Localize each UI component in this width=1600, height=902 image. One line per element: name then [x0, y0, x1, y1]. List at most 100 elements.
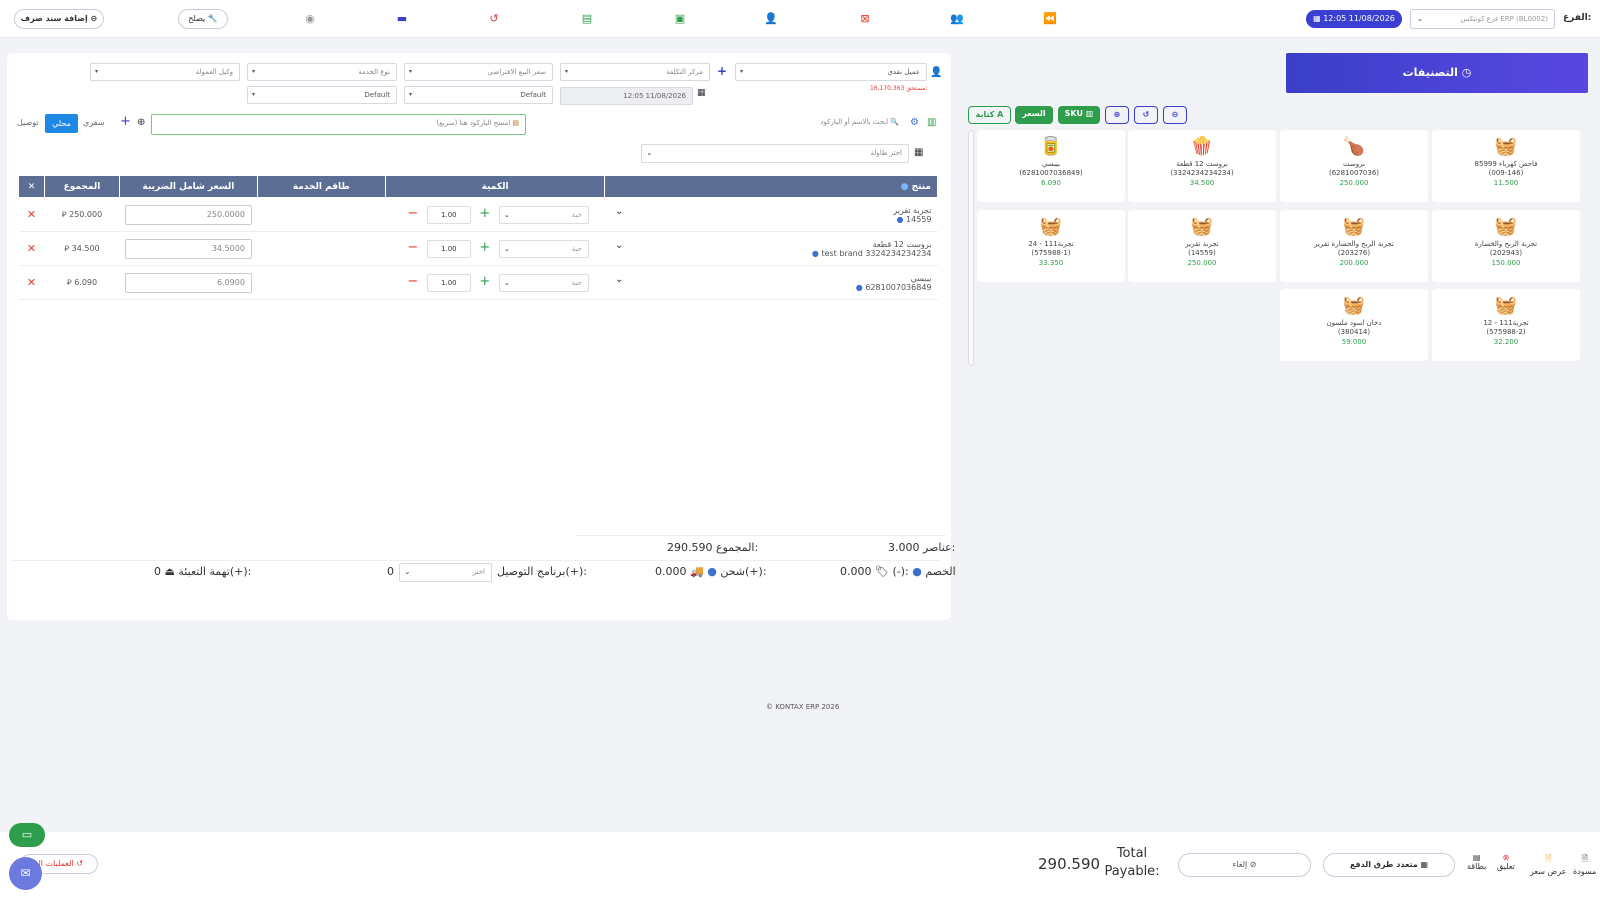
card-icon[interactable]: ▬	[395, 12, 409, 26]
product-card-code: (202943)	[1489, 249, 1523, 257]
service-staff-cell	[257, 197, 386, 232]
tag-icon[interactable]: 🏷	[875, 565, 889, 578]
price-toggle[interactable]: السعر	[1015, 106, 1053, 124]
zoom-out-button[interactable]: ⊖	[1163, 106, 1187, 124]
multi-pay-button[interactable]: متعدد طرق الدفع ▦	[1323, 853, 1455, 877]
delivery-select[interactable]: اختر ⌄	[399, 563, 492, 582]
price-input[interactable]: 6.0900	[124, 272, 252, 293]
close-square-icon[interactable]: ⊠	[858, 12, 872, 26]
product-card[interactable]: 🧺 دخان اسود ملسون (380414) 59.000	[1280, 289, 1428, 361]
default-price-select[interactable]: سعر البيع الافتراضي ▾	[404, 63, 553, 81]
quote-button[interactable]: 🗎 عرض سعر	[1530, 853, 1566, 876]
product-search-input[interactable]: ابحث بالاسم أو الباركود 🔍	[530, 114, 905, 134]
commission-agent-select[interactable]: وكيل العمولة ▾	[90, 63, 240, 81]
minus-circle-icon: ⊖	[90, 14, 98, 23]
barcode-scan-input[interactable]: امسح الباركود هنا (سريع) ▤	[151, 114, 526, 135]
card-button[interactable]: ▤ بطاقة	[1467, 853, 1486, 871]
price-input[interactable]: 34.5000	[124, 238, 252, 259]
expand-row-icon[interactable]: ⌄	[615, 240, 623, 251]
expand-row-icon[interactable]: ⌄	[615, 274, 623, 285]
scrollbar[interactable]	[968, 130, 974, 366]
calculator-icon[interactable]: ▤	[580, 12, 594, 26]
clock-icon: ◷	[1461, 66, 1472, 79]
summary-divider-2	[10, 560, 940, 561]
decrease-qty-button[interactable]: −	[407, 240, 418, 255]
tab-delivery[interactable]: توصيل	[17, 118, 39, 127]
remove-row-button[interactable]: ✕	[27, 242, 36, 255]
barcode-icon[interactable]: ▥	[927, 117, 936, 128]
product-card[interactable]: 🧺 فاحص كهرباء 85999 (009-146) 11.500	[1432, 130, 1580, 202]
repair-button[interactable]: يصلح 🔧	[178, 9, 228, 29]
pause-circle-icon: ⊗	[1502, 853, 1510, 862]
product-code: 6281007036849	[865, 282, 932, 292]
product-card[interactable]: 🧺 تجربة الربح والخسارة (202943) 150.000	[1432, 210, 1580, 282]
product-card-price: 250.000	[1339, 179, 1369, 187]
clear-all-icon[interactable]: ✕	[17, 175, 46, 198]
product-card[interactable]: 🧺 تجربة111 - 24 (575988-1) 33.350	[977, 210, 1125, 282]
table-row: ⌄ بروست 12 قطعة test brand 3324234234234…	[18, 231, 938, 266]
product-card-name: تجربة111 - 24	[1028, 240, 1074, 248]
service-type-select[interactable]: نوع الخدمة ▾	[247, 63, 397, 81]
qty-input[interactable]: 1.00	[426, 239, 471, 258]
qty-input[interactable]: 1.00	[426, 273, 471, 292]
branch-select[interactable]: فرع كونتكس ERP (BL0002) ⌄	[1410, 9, 1555, 29]
rewind-icon[interactable]: ⏪	[1043, 12, 1057, 26]
remove-row-button[interactable]: ✕	[27, 276, 36, 289]
add-user-icon[interactable]: 👤	[764, 12, 778, 26]
users-icon[interactable]: 👥	[950, 12, 964, 26]
price-input[interactable]: 250.0000	[124, 204, 252, 225]
date-input[interactable]: 12:05 11/08/2026	[560, 87, 693, 105]
add-customer-icon[interactable]: +	[717, 64, 727, 78]
gear-icon[interactable]: ⚙	[910, 117, 919, 128]
decrease-qty-button[interactable]: −	[407, 206, 418, 221]
increase-qty-button[interactable]: +	[479, 206, 490, 221]
increase-qty-button[interactable]: +	[479, 240, 490, 255]
tab-local[interactable]: محلي	[45, 114, 78, 133]
calendar-icon[interactable]: ▦	[697, 88, 706, 98]
draft-button[interactable]: 🗎 مسودة	[1573, 853, 1596, 876]
unit-select[interactable]: حبة ⌄	[498, 273, 589, 292]
decrease-qty-button[interactable]: −	[407, 274, 418, 289]
increase-qty-button[interactable]: +	[479, 274, 490, 289]
unit-select[interactable]: حبة ⌄	[498, 239, 589, 258]
sku-toggle[interactable]: SKU ▥	[1058, 106, 1100, 124]
product-card[interactable]: 🧺 تجربة تقرير (14559) 250.000	[1128, 210, 1276, 282]
info-icon: ●	[900, 181, 909, 192]
categories-button[interactable]: التصنيفات ◷	[1286, 53, 1588, 93]
support-chat-button[interactable]: ✉	[9, 857, 42, 890]
reset-button[interactable]: ↺	[1134, 106, 1158, 124]
product-card[interactable]: 🍗 بروست (6281007036) 250.000	[1280, 130, 1428, 202]
product-card[interactable]: 🍿 بروست 12 قطعة (3324234234234) 34.500	[1128, 130, 1276, 202]
globe-icon[interactable]: ⊕	[137, 117, 145, 128]
cost-center-select[interactable]: مركز التكلفة ▾	[560, 63, 710, 81]
chat-bubble-button[interactable]: ▭	[9, 823, 45, 847]
truck-icon[interactable]: 🚚	[690, 565, 704, 578]
default-select-2[interactable]: Default ▾	[247, 86, 397, 104]
suspend-button[interactable]: ⊗ تعليق	[1497, 853, 1515, 871]
chevron-down-icon: ▾	[252, 68, 256, 75]
tab-travel[interactable]: سفري	[83, 118, 104, 127]
undo-icon[interactable]: ↺	[487, 12, 501, 26]
qty-input[interactable]: 1.00	[426, 205, 471, 224]
cancel-button[interactable]: إلغاء ⊘	[1178, 853, 1311, 877]
text-toggle[interactable]: كتابة A	[968, 106, 1011, 124]
cart-table: منتج ● الكمية طاقم الخدمة السعر شامل الض…	[17, 175, 938, 300]
add-expense-button[interactable]: إضافة سند صرف ⊖	[14, 9, 104, 29]
customer-select[interactable]: عميل نقدي ▾	[735, 63, 927, 81]
table-select[interactable]: اختر طاولة ⌄	[641, 144, 909, 163]
product-card[interactable]: 🧺 تجربة111 - 12 (575988-2) 32.200	[1432, 289, 1580, 361]
unit-select[interactable]: حبة ⌄	[498, 205, 589, 224]
default-select-1[interactable]: Default ▾	[404, 86, 553, 104]
add-icon[interactable]: +	[120, 114, 131, 129]
settings-circle-icon[interactable]: ◉	[303, 12, 317, 26]
expand-row-icon[interactable]: ⌄	[615, 206, 623, 217]
shipping: 0.000 🚚 ● شحن(+):	[655, 565, 767, 578]
product-card[interactable]: 🥫 بيبسي (6281007036849) 6.090	[977, 130, 1125, 202]
zoom-in-button[interactable]: ⊕	[1105, 106, 1129, 124]
briefcase-icon[interactable]: ▣	[673, 12, 687, 26]
money-icon: ▦	[1420, 860, 1429, 869]
product-card-price: 11.500	[1493, 179, 1519, 187]
product-card[interactable]: 🧺 تجربة الربح والخسارة تقرير (203276) 200.0…	[1280, 210, 1428, 282]
remove-row-button[interactable]: ✕	[27, 208, 36, 221]
delivery-label: برنامج التوصيل(+):	[497, 565, 587, 578]
